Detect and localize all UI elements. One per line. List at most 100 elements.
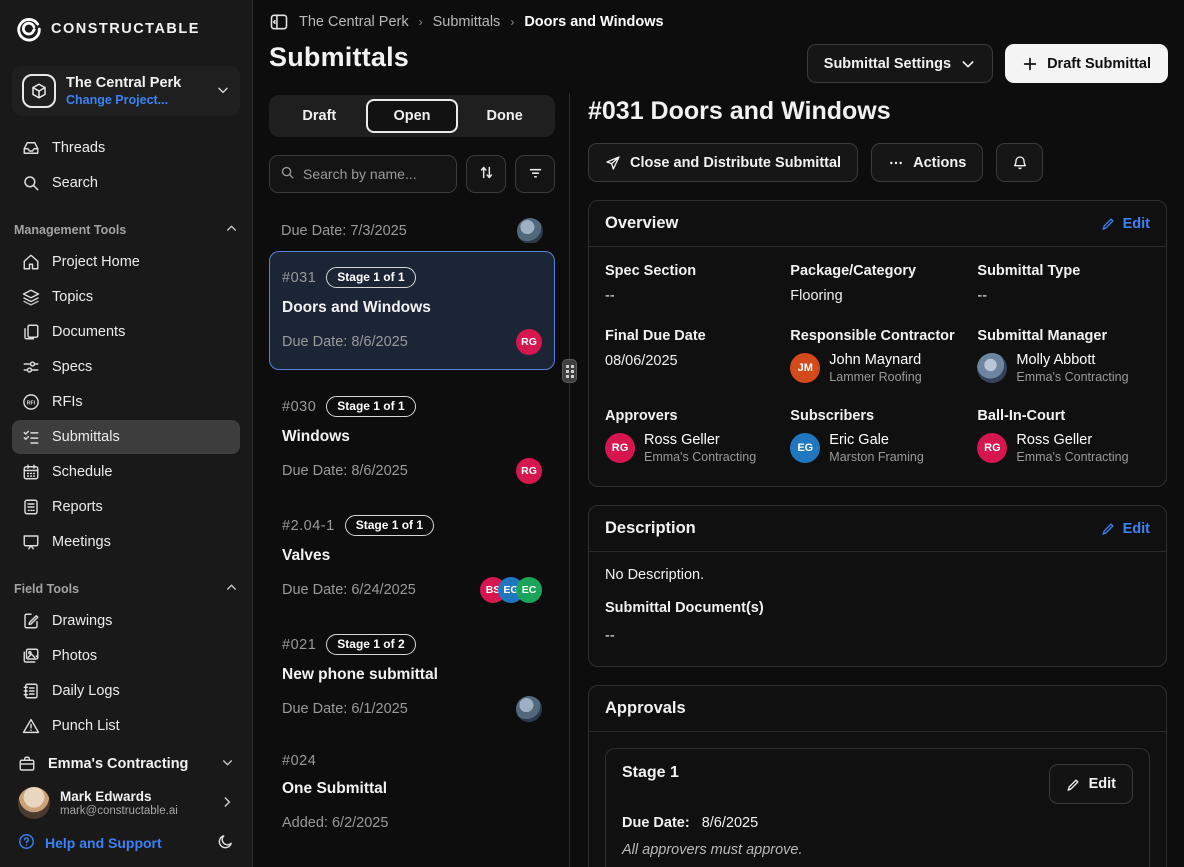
- due-date: Due Date: 8/6/2025: [282, 463, 408, 479]
- list-item-031-selected[interactable]: #031 Stage 1 of 1 Doors and Windows Due …: [269, 251, 555, 370]
- sidebar-item-punch-list[interactable]: Punch List: [12, 709, 240, 743]
- checklist-icon: [22, 428, 40, 446]
- send-icon: [605, 155, 621, 171]
- avatar: RG: [977, 433, 1007, 463]
- breadcrumb-current: Doors and Windows: [524, 14, 663, 30]
- content-area: The Central Perk › Submittals › Doors an…: [253, 0, 1184, 867]
- list-item-021[interactable]: #021 Stage 1 of 2 New phone submittal Du…: [269, 618, 555, 737]
- draft-label: Draft Submittal: [1047, 56, 1151, 72]
- avatar: RG: [516, 458, 542, 484]
- app-root: CONSTRUCTABLE The Central Perk Change Pr…: [0, 0, 1184, 867]
- documents-icon: [22, 323, 40, 341]
- stage-1-card: Stage 1 Edit Due Date: 8/6/: [605, 748, 1150, 867]
- stage-badge: Stage 1 of 1: [326, 396, 415, 417]
- stage-due-label: Due Date:: [622, 815, 690, 831]
- section-management-tools[interactable]: Management Tools: [12, 216, 240, 244]
- list-item-030[interactable]: #030 Stage 1 of 1 Windows Due Date: 8/6/…: [269, 380, 555, 499]
- list-item-204-1[interactable]: #2.04-1 Stage 1 of 1 Valves Due Date: 6/…: [269, 499, 555, 618]
- pencil-icon: [1101, 216, 1116, 231]
- sidebar-toggle-icon[interactable]: [269, 12, 289, 32]
- breadcrumb-submittals[interactable]: Submittals: [433, 14, 501, 30]
- field-package-category: Package/Category Flooring: [790, 263, 977, 304]
- list-item-partial[interactable]: .- Due Date: 7/3/2025: [269, 199, 555, 243]
- project-cube-icon: [22, 74, 56, 108]
- breadcrumb: The Central Perk › Submittals › Doors an…: [253, 0, 1184, 38]
- submittal-number: #031: [282, 270, 316, 286]
- sidebar-item-submittals[interactable]: Submittals: [12, 420, 240, 454]
- status-tabs: Draft Open Done: [269, 95, 555, 137]
- sidebar-item-search[interactable]: Search: [12, 166, 240, 200]
- stage-approval-rule: All approvers must approve.: [622, 842, 1133, 858]
- section-field-tools[interactable]: Field Tools: [12, 575, 240, 603]
- sidebar-item-threads[interactable]: Threads: [12, 131, 240, 165]
- filter-button[interactable]: [515, 155, 555, 193]
- description-edit-button[interactable]: Edit: [1101, 521, 1150, 537]
- section-title: Field Tools: [14, 582, 79, 596]
- submittal-documents-label: Submittal Document(s): [605, 600, 1150, 616]
- tab-draft[interactable]: Draft: [273, 99, 366, 133]
- edit-label: Edit: [1123, 216, 1150, 232]
- sidebar-item-topics[interactable]: Topics: [12, 280, 240, 314]
- submittal-list[interactable]: .- Due Date: 7/3/2025 #031 Stage 1 of 1 …: [269, 199, 555, 867]
- avatar: RG: [516, 329, 542, 355]
- section-title: Management Tools: [14, 223, 126, 237]
- draft-submittal-button[interactable]: Draft Submittal: [1005, 44, 1168, 83]
- close-distribute-button[interactable]: Close and Distribute Submittal: [588, 143, 858, 182]
- search-input[interactable]: [303, 166, 446, 182]
- sidebar-item-label: Threads: [52, 140, 105, 156]
- list-item-020[interactable]: #020 All Stages Complete -- · -: [269, 851, 555, 867]
- submittal-title: New phone submittal: [282, 666, 542, 684]
- overview-edit-button[interactable]: Edit: [1101, 216, 1150, 232]
- submittal-title: Windows: [282, 428, 542, 446]
- sort-arrows-icon: [478, 164, 495, 184]
- tab-done[interactable]: Done: [458, 99, 551, 133]
- sliders-icon: [22, 358, 40, 376]
- actions-label: Actions: [913, 155, 966, 171]
- added-date: Added: 6/2/2025: [282, 815, 388, 831]
- change-project-link[interactable]: Change Project...: [66, 93, 181, 107]
- sidebar-item-schedule[interactable]: Schedule: [12, 455, 240, 489]
- sidebar-item-reports[interactable]: Reports: [12, 490, 240, 524]
- tab-open[interactable]: Open: [366, 99, 459, 133]
- splitter-drag-handle[interactable]: [562, 359, 577, 383]
- help-and-support[interactable]: Help and Support: [12, 825, 240, 857]
- user-profile[interactable]: Mark Edwards mark@constructable.ai: [12, 781, 240, 825]
- avatar: EC: [516, 577, 542, 603]
- briefcase-icon: [18, 755, 36, 773]
- breadcrumb-project[interactable]: The Central Perk: [299, 14, 409, 30]
- chevron-down-icon: [216, 83, 230, 100]
- sidebar-item-label: Project Home: [52, 254, 140, 270]
- breadcrumb-separator: ›: [419, 15, 423, 29]
- sidebar-item-documents[interactable]: Documents: [12, 315, 240, 349]
- submittal-list-panel: Draft Open Done: [253, 93, 569, 867]
- notifications-button[interactable]: [996, 143, 1043, 182]
- pencil-icon: [1066, 777, 1081, 792]
- sidebar-item-daily-logs[interactable]: Daily Logs: [12, 674, 240, 708]
- sort-button[interactable]: [466, 155, 506, 193]
- project-switcher[interactable]: The Central Perk Change Project...: [12, 66, 240, 116]
- dark-mode-moon-icon[interactable]: [217, 833, 234, 853]
- overview-title: Overview: [605, 214, 678, 233]
- question-circle-icon: [18, 833, 35, 853]
- sidebar-item-specs[interactable]: Specs: [12, 350, 240, 384]
- sidebar-item-photos[interactable]: Photos: [12, 639, 240, 673]
- panel-splitter: [569, 93, 570, 867]
- chevron-up-icon: [225, 581, 238, 597]
- chevron-down-icon: [960, 56, 976, 72]
- drag-dots-icon: [566, 365, 574, 378]
- submittal-settings-button[interactable]: Submittal Settings: [807, 44, 993, 83]
- sidebar-item-meetings[interactable]: Meetings: [12, 525, 240, 559]
- submittal-number: #024: [282, 753, 316, 769]
- edit-label: Edit: [1123, 521, 1150, 537]
- stage-badge: Stage 1 of 1: [326, 267, 415, 288]
- company-switcher[interactable]: Emma's Contracting: [12, 747, 240, 781]
- avatar: [516, 696, 542, 722]
- sidebar-item-drawings[interactable]: Drawings: [12, 604, 240, 638]
- field-submittal-manager: Submittal Manager Molly Abbott Emma's Co…: [977, 328, 1150, 384]
- sidebar-item-project-home[interactable]: Project Home: [12, 245, 240, 279]
- user-email: mark@constructable.ai: [60, 805, 178, 817]
- sidebar-item-rfis[interactable]: RFI RFIs: [12, 385, 240, 419]
- stage-edit-button[interactable]: Edit: [1049, 764, 1133, 804]
- actions-button[interactable]: Actions: [871, 143, 983, 182]
- list-item-024[interactable]: #024 One Submittal Added: 6/2/2025: [269, 737, 555, 851]
